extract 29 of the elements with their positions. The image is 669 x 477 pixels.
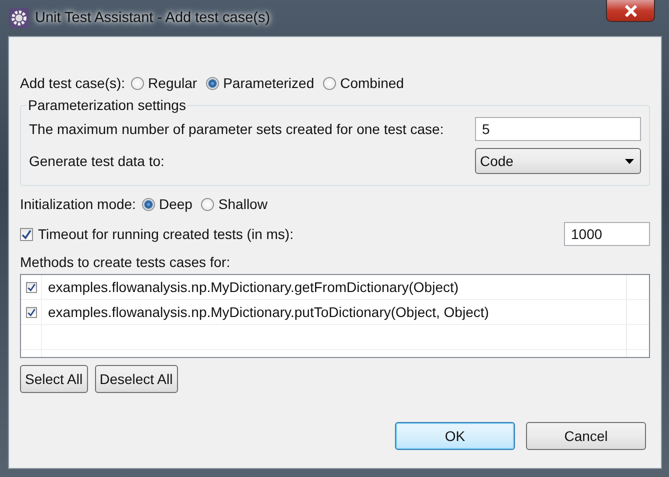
group-title: Parameterization settings: [27, 97, 187, 113]
method-item[interactable]: examples.flowanalysis.np.MyDictionary.putToDictionary(Object, Object): [21, 300, 649, 325]
window-title: Unit Test Assistant - Add test case(s): [35, 10, 270, 26]
input-field[interactable]: 1000: [564, 222, 650, 246]
dropdown-arrow-icon: [625, 158, 634, 164]
radio-option[interactable]: Shallow: [201, 196, 268, 212]
field-label: Methods to create tests cases for:: [20, 254, 232, 272]
field-label: Initialization mode:: [20, 196, 136, 212]
timeout-checkbox[interactable]: Timeout for running created tests (in ms):: [20, 226, 294, 242]
gear-icon: [9, 8, 29, 28]
check-icon: [26, 282, 36, 292]
field-label: Add test case(s):: [20, 75, 126, 91]
method-item[interactable]: examples.flowanalysis.np.MyDictionary.getFromDictionary(Object): [21, 275, 649, 300]
field-label: The maximum number of parameter sets created for one test case:: [29, 121, 444, 137]
close-icon: [624, 4, 638, 16]
dialog-button[interactable]: Cancel: [526, 422, 646, 450]
check-icon: [26, 308, 36, 316]
dialog-button[interactable]: OK: [395, 422, 515, 450]
close-button[interactable]: [606, 0, 655, 22]
radio-option[interactable]: Combined: [323, 75, 404, 91]
dropdown[interactable]: Code: [475, 148, 641, 174]
field-label: Generate test data to:: [29, 153, 164, 169]
list-button[interactable]: Select All: [20, 365, 88, 393]
radio-option[interactable]: Parameterized: [206, 75, 314, 91]
radio-option[interactable]: Deep: [142, 196, 192, 212]
input-field[interactable]: 5: [475, 117, 641, 141]
radio-option[interactable]: Regular: [131, 75, 198, 91]
list-button[interactable]: Deselect All: [94, 365, 178, 393]
check-icon: [21, 228, 32, 240]
